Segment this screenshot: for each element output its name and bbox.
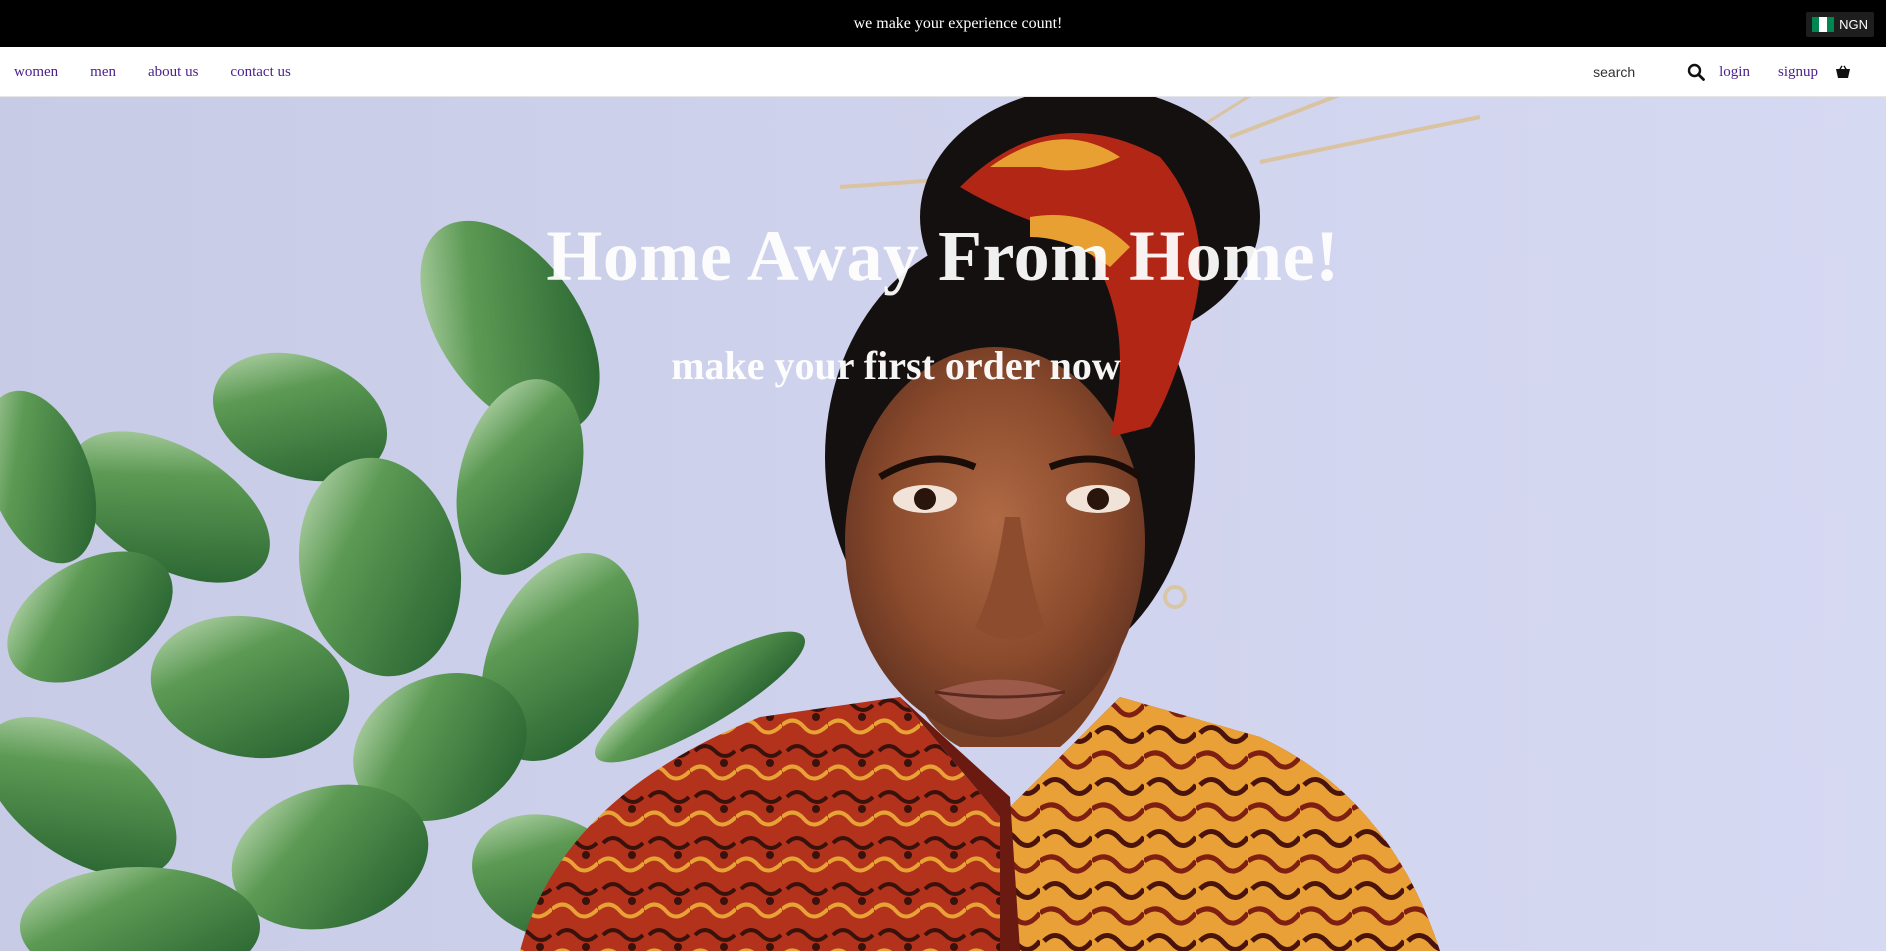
- nav-link-contact-us[interactable]: contact us: [230, 64, 290, 81]
- main-navbar: women men about us contact us login sign…: [0, 47, 1886, 97]
- category-nav: women men about us contact us: [14, 47, 323, 97]
- currency-code: NGN: [1839, 17, 1868, 32]
- hero-title: Home Away From Home!: [546, 216, 1340, 296]
- signup-link[interactable]: signup: [1778, 64, 1818, 81]
- nav-link-men[interactable]: men: [90, 64, 116, 81]
- announcement-text: we make your experience count!: [853, 14, 1063, 32]
- currency-selector[interactable]: NGN: [1806, 12, 1874, 37]
- hero-banner: Home Away From Home! make your first ord…: [0, 97, 1886, 951]
- login-link[interactable]: login: [1719, 64, 1750, 81]
- nigeria-flag-icon: [1812, 17, 1835, 32]
- search-icon[interactable]: [1685, 61, 1707, 83]
- nav-link-women[interactable]: women: [14, 64, 58, 81]
- cart-icon[interactable]: [1834, 63, 1852, 81]
- account-nav: login signup: [1593, 47, 1852, 97]
- search-input[interactable]: [1593, 64, 1676, 80]
- hero-subtitle[interactable]: make your first order now: [0, 342, 1792, 389]
- announcement-bar: we make your experience count! NGN: [0, 0, 1886, 47]
- nav-link-about-us[interactable]: about us: [148, 64, 198, 81]
